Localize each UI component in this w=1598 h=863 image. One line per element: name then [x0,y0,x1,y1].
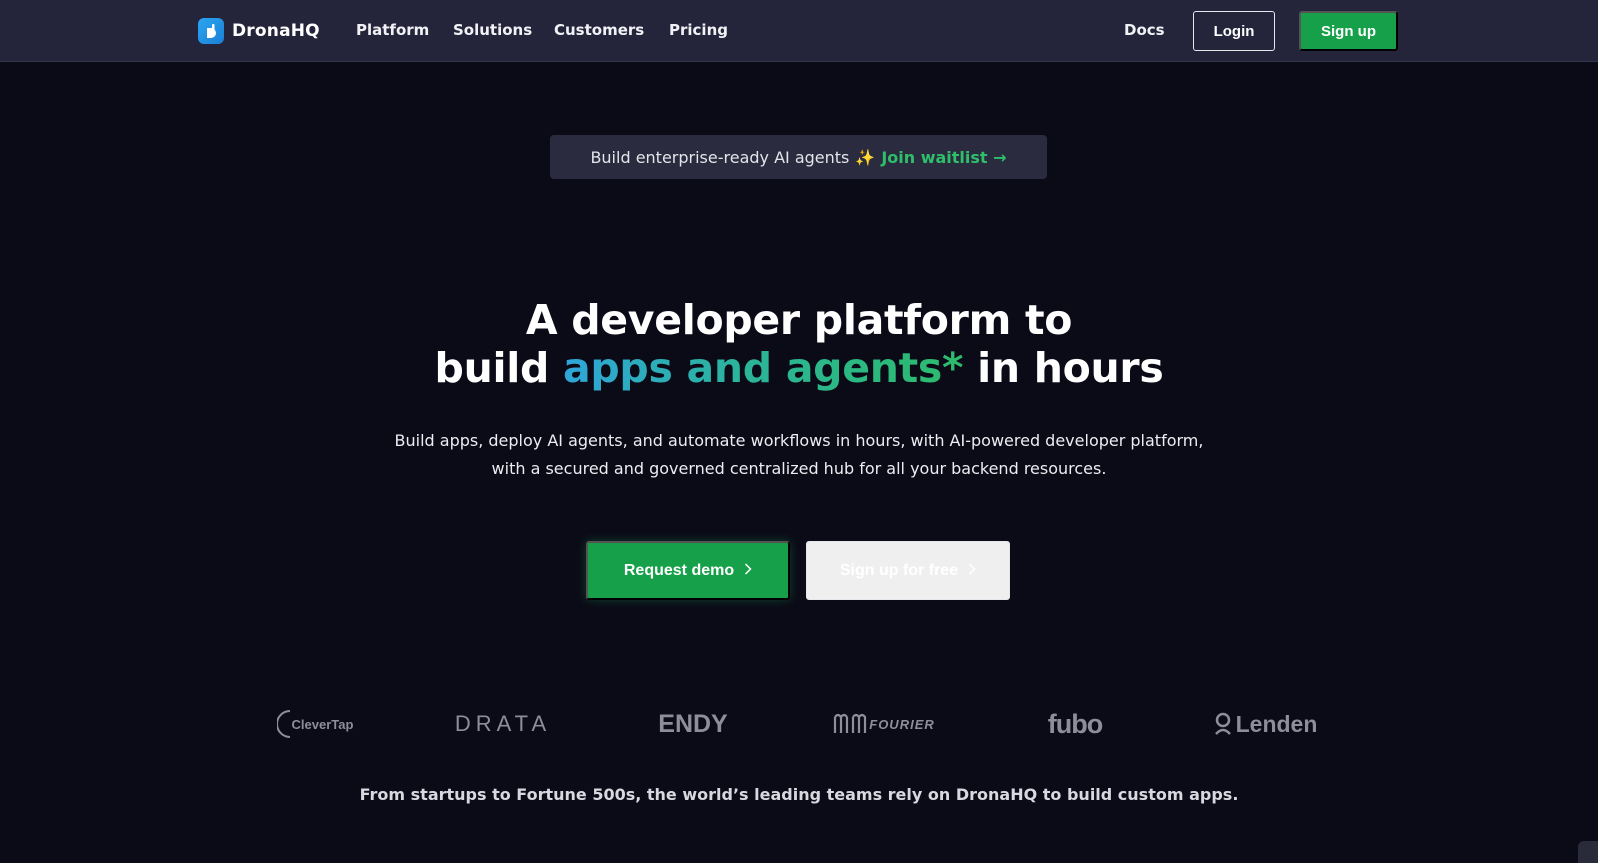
request-demo-button[interactable]: Request demo [586,541,790,600]
signup-free-label: Sign up for free [839,561,959,579]
nav-link-platform[interactable]: Platform [356,21,429,39]
top-navbar: DronaHQ Platform Solutions Customers Pri… [0,0,1598,62]
signup-button[interactable]: Sign up [1299,11,1398,51]
lenden-logo: Lenden [1203,704,1327,744]
nav-link-customers[interactable]: Customers [554,21,644,39]
drata-logo: DRATA [454,711,552,736]
brand-name: DronaHQ [232,21,320,41]
arrow-right-icon: → [993,147,1007,167]
join-waitlist-label: Join waitlist [881,147,988,167]
trust-statement: From startups to Fortune 500s, the world… [359,785,1239,804]
clevertap-logo: CleverTap [274,704,356,744]
request-demo-label: Request demo [623,561,735,579]
brand-logo[interactable]: DronaHQ [198,18,320,44]
chevron-right-icon [744,562,752,579]
hero-title-highlight: apps and agents* [563,344,964,392]
chevron-right-icon [968,562,976,579]
nav-link-solutions[interactable]: Solutions [453,21,532,39]
dronahq-logo-icon [198,18,224,44]
nav-link-docs[interactable]: Docs [1124,21,1165,39]
banner-text: Build enterprise-ready AI agents [590,147,850,167]
hero-title-suffix: in hours [977,344,1164,392]
announcement-banner[interactable]: Build enterprise-ready AI agents ✨ Join … [550,135,1047,179]
login-button[interactable]: Login [1193,11,1275,51]
hero-subtitle-line1: Build apps, deploy AI agents, and automa… [394,431,1204,450]
fourier-logo: FOURIER [824,704,944,744]
hero-subtitle-line2: with a secured and governed centralized … [491,459,1107,478]
hero-title-line1: A developer platform to [525,296,1073,344]
fubo-logo: fubo [1047,708,1103,739]
hero-subtitle: Build apps, deploy AI agents, and automa… [0,427,1598,483]
corner-widget[interactable] [1578,841,1598,863]
endy-logo: ENDY [658,709,728,738]
sparkle-icon: ✨ [855,147,876,167]
join-waitlist-link[interactable]: Join waitlist → [881,148,1006,167]
signup-free-button[interactable]: Sign up for free [806,541,1010,600]
nav-link-pricing[interactable]: Pricing [669,21,728,39]
customer-logos: CleverTap DRATA ENDY FOURIER fubo Lenden [0,704,1598,744]
hero-title-prefix: build [434,344,550,392]
hero-title: A developer platform to build apps and a… [0,296,1598,392]
